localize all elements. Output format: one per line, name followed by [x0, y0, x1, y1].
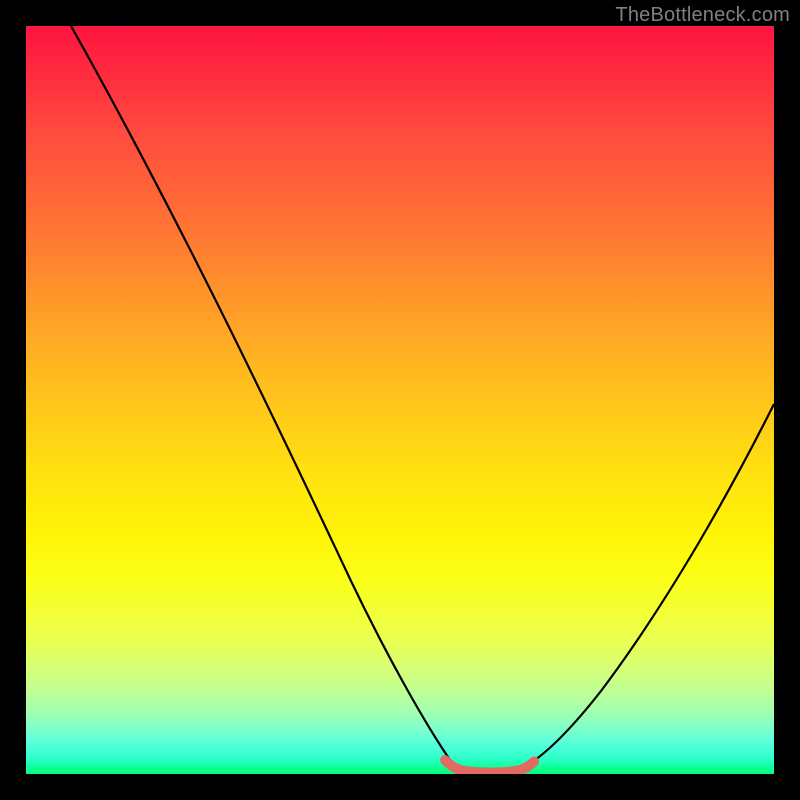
- curve-layer: [26, 26, 774, 774]
- plot-area: [26, 26, 774, 774]
- flat-bottom-dots: [443, 758, 536, 774]
- bottleneck-curve-right: [526, 404, 774, 766]
- bottleneck-curve-left: [71, 26, 459, 770]
- chart-stage: TheBottleneck.com: [0, 0, 800, 800]
- watermark-text: TheBottleneck.com: [615, 4, 790, 27]
